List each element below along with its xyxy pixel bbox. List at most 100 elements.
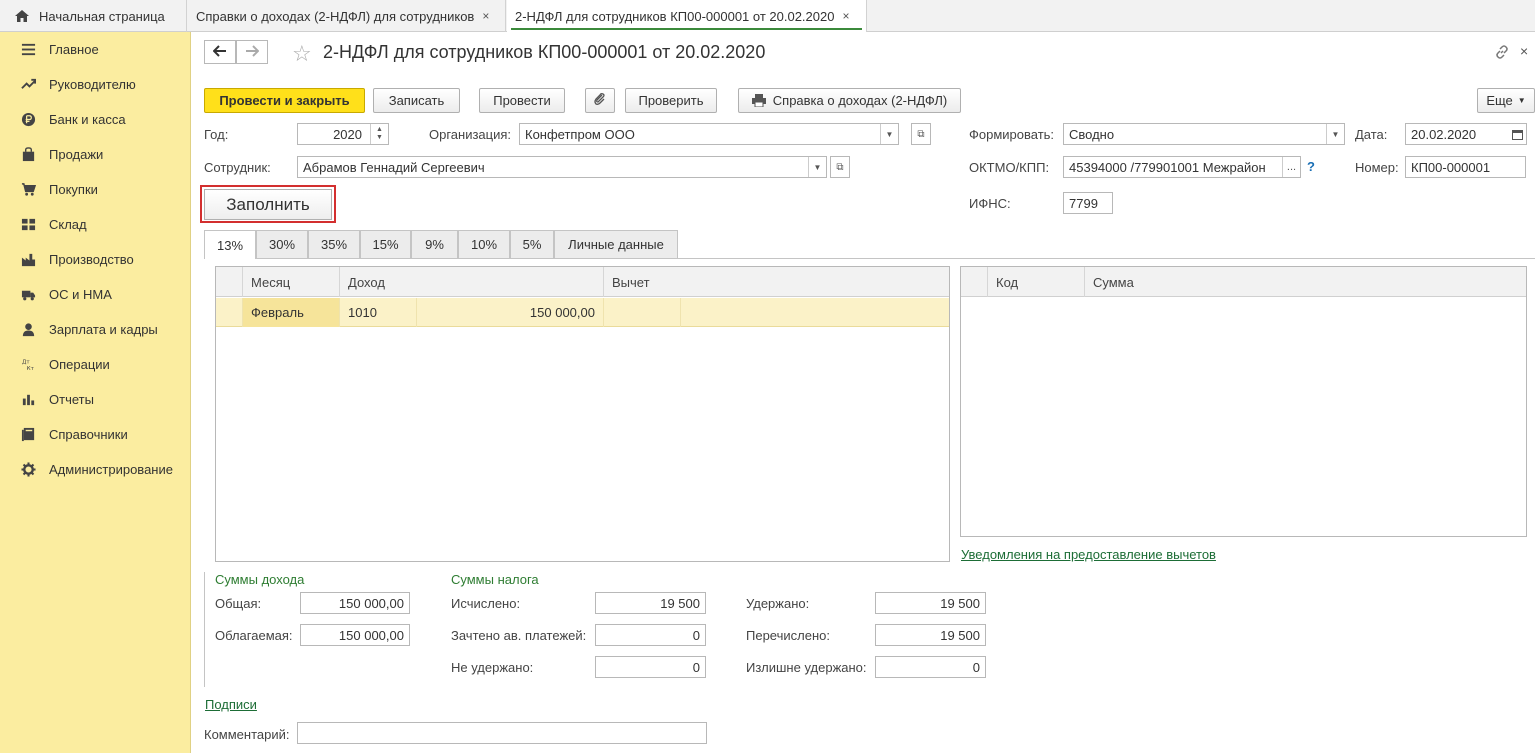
- signatures-link[interactable]: Подписи: [205, 697, 257, 712]
- column-sum[interactable]: Сумма: [1085, 267, 1526, 297]
- total-income-label: Общая:: [215, 596, 262, 611]
- deduction-table-header: Код Сумма: [961, 267, 1526, 297]
- number-input[interactable]: КП00-000001: [1405, 156, 1526, 178]
- chevron-down-icon: ▼: [1517, 96, 1526, 105]
- not-withheld-field[interactable]: 0: [595, 656, 706, 678]
- tab-rate-5[interactable]: 5%: [510, 230, 554, 258]
- open-icon: ⧉: [836, 161, 844, 173]
- tab-current-document[interactable]: 2-НДФЛ для сотрудников КП00-000001 от 20…: [507, 0, 867, 32]
- calculated-field[interactable]: 19 500: [595, 592, 706, 614]
- chevron-down-icon[interactable]: ▼: [1326, 124, 1344, 144]
- attach-button[interactable]: [585, 88, 615, 113]
- sidebar-item-reports[interactable]: Отчеты: [0, 382, 191, 417]
- post-and-close-button[interactable]: Провести и закрыть: [204, 88, 365, 113]
- table-row[interactable]: Февраль 1010 150 000,00: [216, 298, 949, 327]
- date-input[interactable]: 20.02.2020: [1405, 123, 1527, 145]
- oktmo-input[interactable]: 45394000 /779901001 Межрайон ...: [1063, 156, 1301, 178]
- sidebar-item-manager[interactable]: Руководителю: [0, 67, 191, 102]
- transferred-label: Перечислено:: [746, 628, 830, 643]
- save-button[interactable]: Записать: [373, 88, 460, 113]
- deduction-notices-link[interactable]: Уведомления на предоставление вычетов: [961, 547, 1216, 562]
- help-icon[interactable]: ?: [1307, 159, 1315, 174]
- sidebar-item-label: Главное: [49, 42, 99, 57]
- sidebar-item-main[interactable]: Главное: [0, 32, 191, 67]
- open-employee-button[interactable]: ⧉: [830, 156, 850, 178]
- tab-rate-9[interactable]: 9%: [411, 230, 458, 258]
- cell-income-code[interactable]: 1010: [340, 298, 417, 327]
- document-form: ☆ 2-НДФЛ для сотрудников КП00-000001 от …: [192, 32, 1535, 753]
- check-button[interactable]: Проверить: [625, 88, 717, 113]
- year-value: 2020: [333, 127, 362, 142]
- more-button[interactable]: Еще ▼: [1477, 88, 1535, 113]
- tab-rate-10[interactable]: 10%: [458, 230, 510, 258]
- tab-rate-13[interactable]: 13%: [204, 230, 256, 259]
- form-type-select[interactable]: Сводно ▼: [1063, 123, 1345, 145]
- employee-input[interactable]: Абрамов Геннадий Сергеевич ▼: [297, 156, 827, 178]
- column-month[interactable]: Месяц: [243, 267, 340, 297]
- close-icon[interactable]: ×: [842, 9, 849, 23]
- sidebar: Главное Руководителю Банк и касса Продаж…: [0, 32, 191, 753]
- row-marker-header: [961, 267, 988, 297]
- open-icon: ⧉: [917, 128, 925, 140]
- not-withheld-label: Не удержано:: [451, 660, 534, 675]
- employee-value: Абрамов Геннадий Сергеевич: [303, 160, 485, 175]
- calendar-icon[interactable]: [1508, 124, 1526, 144]
- sidebar-item-warehouse[interactable]: Склад: [0, 207, 191, 242]
- tab-rate-15[interactable]: 15%: [360, 230, 411, 258]
- print-income-report-button[interactable]: Справка о доходах (2-НДФЛ): [738, 88, 961, 113]
- favorite-star-icon[interactable]: ☆: [292, 41, 312, 67]
- chevron-down-icon[interactable]: ▼: [808, 157, 826, 177]
- person-icon: [20, 322, 36, 338]
- sidebar-item-directories[interactable]: Справочники: [0, 417, 191, 452]
- sidebar-item-sales[interactable]: Продажи: [0, 137, 191, 172]
- tab-reports-list[interactable]: Справки о доходах (2-НДФЛ) для сотрудник…: [188, 0, 506, 32]
- year-input[interactable]: 2020 ▲ ▼: [297, 123, 389, 145]
- sidebar-item-production[interactable]: Производство: [0, 242, 191, 277]
- sidebar-item-operations[interactable]: Дт Кт Операции: [0, 347, 191, 382]
- open-organization-button[interactable]: ⧉: [911, 123, 931, 145]
- year-stepper[interactable]: ▲ ▼: [370, 124, 388, 144]
- book-icon: [20, 427, 36, 443]
- back-button[interactable]: [204, 40, 236, 64]
- chevron-down-icon[interactable]: ▼: [880, 124, 898, 144]
- gear-icon: [20, 462, 36, 478]
- oktmo-select-button[interactable]: ...: [1282, 157, 1300, 177]
- taxable-income-label: Облагаемая:: [215, 628, 293, 643]
- column-code[interactable]: Код: [988, 267, 1085, 297]
- sidebar-item-bank[interactable]: Банк и касса: [0, 102, 191, 137]
- tab-personal-data[interactable]: Личные данные: [554, 230, 678, 258]
- sidebar-item-purchases[interactable]: Покупки: [0, 172, 191, 207]
- cell-deduction-code[interactable]: [604, 298, 681, 327]
- ifns-input[interactable]: 7799: [1063, 192, 1113, 214]
- tab-home[interactable]: Начальная страница: [0, 0, 187, 32]
- sidebar-item-assets[interactable]: ОС и НМА: [0, 277, 191, 312]
- offset-field[interactable]: 0: [595, 624, 706, 646]
- transferred-field[interactable]: 19 500: [875, 624, 986, 646]
- cell-income-amount[interactable]: 150 000,00: [417, 298, 604, 327]
- cell-month[interactable]: Февраль: [243, 298, 340, 327]
- overwithheld-field[interactable]: 0: [875, 656, 986, 678]
- organization-input[interactable]: Конфетпром ООО ▼: [519, 123, 899, 145]
- tax-sums-title: Суммы налога: [451, 572, 539, 587]
- income-table[interactable]: Месяц Доход Вычет Февраль 1010 150 000,0…: [215, 266, 950, 562]
- column-deduction[interactable]: Вычет: [604, 267, 949, 297]
- sidebar-item-admin[interactable]: Администрирование: [0, 452, 191, 487]
- forward-button[interactable]: [236, 40, 268, 64]
- taxable-income-field[interactable]: 150 000,00: [300, 624, 410, 646]
- tab-rate-30[interactable]: 30%: [256, 230, 308, 258]
- tab-current-document-label: 2-НДФЛ для сотрудников КП00-000001 от 20…: [515, 8, 835, 24]
- tab-rate-35[interactable]: 35%: [308, 230, 360, 258]
- comment-input[interactable]: [297, 722, 707, 744]
- link-icon[interactable]: [1494, 44, 1510, 63]
- date-value: 20.02.2020: [1411, 127, 1477, 142]
- sidebar-item-salary[interactable]: Зарплата и кадры: [0, 312, 191, 347]
- deduction-table[interactable]: Код Сумма: [960, 266, 1527, 537]
- total-income-field[interactable]: 150 000,00: [300, 592, 410, 614]
- column-income[interactable]: Доход: [340, 267, 604, 297]
- sidebar-item-label: Склад: [49, 217, 87, 232]
- close-icon[interactable]: ×: [482, 9, 489, 23]
- withheld-field[interactable]: 19 500: [875, 592, 986, 614]
- post-button[interactable]: Провести: [479, 88, 565, 113]
- close-icon[interactable]: ×: [1520, 43, 1528, 59]
- tab-reports-list-label: Справки о доходах (2-НДФЛ) для сотрудник…: [196, 8, 475, 24]
